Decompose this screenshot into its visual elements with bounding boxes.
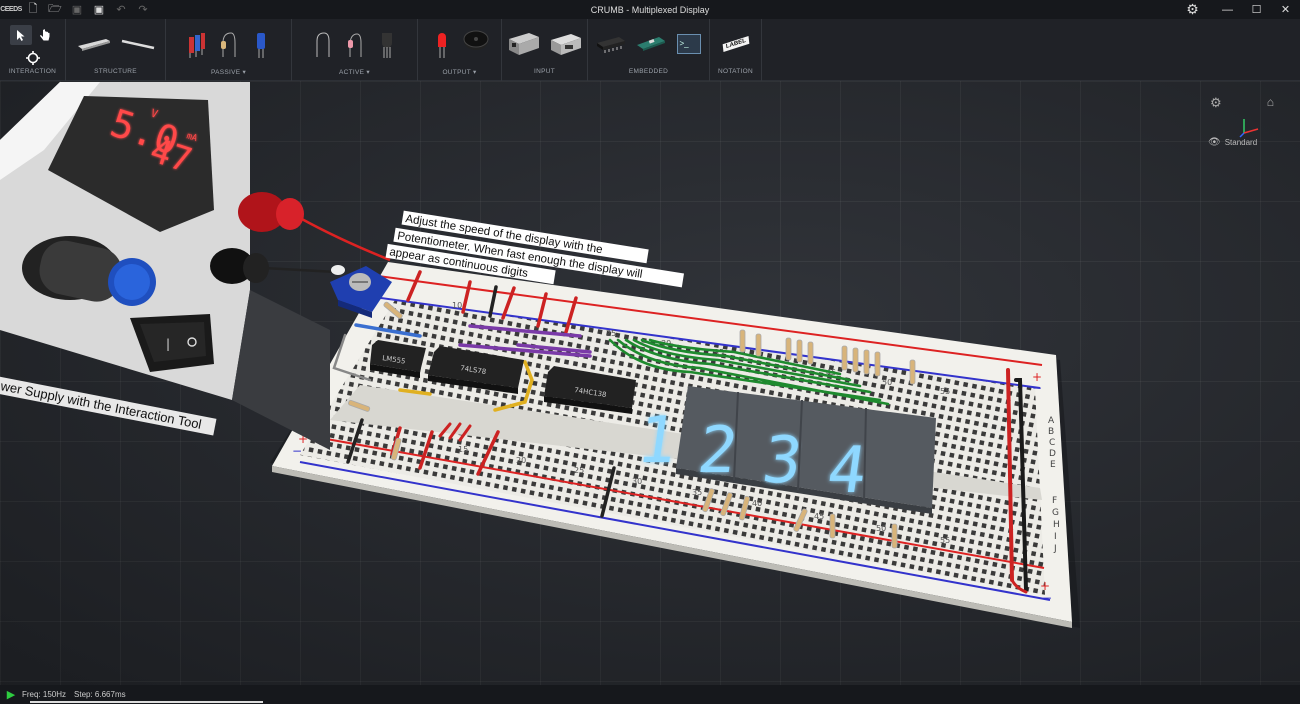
breadboard-tool[interactable] [76,28,112,60]
column-number: 50 [882,378,892,387]
row-letter: A [1048,416,1055,426]
home-view-icon[interactable]: ⌂ [1267,95,1274,109]
rail-minus-sign: − [292,444,302,458]
column-number: 55 [940,536,950,545]
led-output-tool[interactable] [430,28,454,60]
capacitor-tool[interactable] [249,28,273,60]
transistor-tool[interactable] [375,28,399,60]
save-icon[interactable]: ▣ [66,0,88,19]
column-number: 55 [940,387,950,396]
column-number: 40 [752,499,762,508]
close-button[interactable]: ✕ [1271,0,1300,19]
3d-viewport[interactable]: + − + − + − A B C D E F G H I J 10 25 30… [0,81,1300,685]
row-letter: E [1050,460,1056,470]
open-folder-icon[interactable]: 🗁 [44,0,66,19]
scene-canvas[interactable]: + − + − + − A B C D E F G H I J 10 25 30… [0,81,1300,685]
row-letter: D [1049,449,1056,459]
column-number: 25 [606,329,616,338]
column-number: 35 [692,488,702,497]
save-as-icon[interactable]: ▣ [88,0,110,19]
column-number: 45 [814,512,824,521]
rail-minus-sign: − [1032,381,1042,395]
toolbar-group-active: ACTIVE ▾ [292,19,418,81]
function-generator-tool[interactable] [549,28,583,60]
axis-gizmo-icon[interactable] [1238,115,1260,139]
maximize-button[interactable]: ☐ [1242,0,1271,19]
undo-icon[interactable]: ↶ [110,0,132,19]
window-title: CRUMB - Multiplexed Display [590,4,710,15]
label-tool-text: LABEL [722,35,749,52]
column-number: 50 [876,524,886,533]
terminal-tool[interactable]: >_ [675,28,703,60]
label-tool[interactable]: LABEL [719,28,753,60]
new-file-icon[interactable]: 🗋 [22,0,44,19]
simulation-progress-bar [30,701,263,703]
rail-minus-sign: − [1042,591,1052,605]
redo-icon[interactable]: ↷ [132,0,154,19]
ic-chip-tool[interactable] [595,28,627,60]
view-mode-toggle[interactable]: 👁 Standard [1208,137,1257,148]
minimize-button[interactable]: — [1213,0,1242,19]
title-bar: CEEDS 🗋 🗁 ▣ ▣ ↶ ↷ CRUMB - Multiplexed Di… [0,0,1300,19]
group-label: STRUCTURE [94,68,137,75]
group-label: OUTPUT ▾ [442,69,477,76]
toolbar-group-notation: LABEL NOTATION [710,19,762,81]
row-letter: F [1052,496,1057,506]
power-supply-tool[interactable] [507,28,541,60]
play-icon[interactable]: ▶ [0,688,22,701]
group-label: INPUT [534,68,555,75]
toolbar-group-structure: STRUCTURE [66,19,166,81]
view-settings-gear-icon[interactable]: ⚙ [1210,95,1222,111]
app-logo: CEEDS [0,6,22,13]
group-label: PASSIVE ▾ [210,69,247,76]
black-terminal[interactable] [210,248,269,284]
column-number: 25 [574,466,584,475]
diode-tool[interactable] [311,28,335,60]
toolbar-group-output: OUTPUT ▾ [418,19,502,81]
toolbar-group-input: INPUT [502,19,588,81]
toolbar-group-interaction: INTERACTION [0,19,66,81]
component-toolbar: INTERACTION STRUCTURE PASSIVE ▾ ACTIVE ▾… [0,19,1300,81]
row-letter: J [1053,544,1057,554]
row-letter: H [1053,520,1060,530]
settings-gear-icon[interactable]: ⚙ [1178,0,1207,19]
toolbar-group-embedded: >_ EMBEDDED [588,19,710,81]
group-label: INTERACTION [8,68,57,75]
group-label: NOTATION [717,68,754,75]
column-number: 10 [452,301,462,310]
led-bare-tool[interactable] [343,28,367,60]
red-terminal[interactable] [238,192,304,232]
frequency-readout: Freq: 150Hz [22,690,67,699]
column-number: 15 [458,445,468,454]
row-letter: G [1052,508,1059,518]
column-number: 30 [632,477,642,486]
select-arrow-icon[interactable] [9,25,32,45]
step-readout: Step: 6.667ms [74,690,126,699]
row-letter: I [1054,532,1057,542]
resistor-tool[interactable] [217,28,241,60]
note-line: wer Supply with the Interaction Tool [0,378,203,432]
terminal-prompt: >_ [676,33,701,54]
group-label: EMBEDDED [628,68,669,75]
group-label: ACTIVE ▾ [339,69,370,76]
row-letter: C [1049,438,1055,448]
arduino-board-tool[interactable] [635,28,667,60]
buzzer-tool[interactable] [462,28,490,60]
hand-tool-icon[interactable] [34,25,56,45]
row-letter: B [1048,427,1054,437]
crosshair-probe-icon[interactable] [22,49,44,67]
view-controls: ⚙ ⌂ 👁 Standard [1208,93,1280,153]
eye-icon: 👁 [1208,137,1221,148]
view-mode-label: Standard [1224,138,1258,147]
resistor-pack-tool[interactable] [185,28,209,60]
wire-tool[interactable] [120,28,156,60]
status-bar: ▶ Freq: 150Hz Step: 6.667ms [0,685,1300,704]
column-number: 20 [516,456,526,465]
toolbar-group-passive: PASSIVE ▾ [166,19,292,81]
svg-text:|: | [166,337,170,351]
